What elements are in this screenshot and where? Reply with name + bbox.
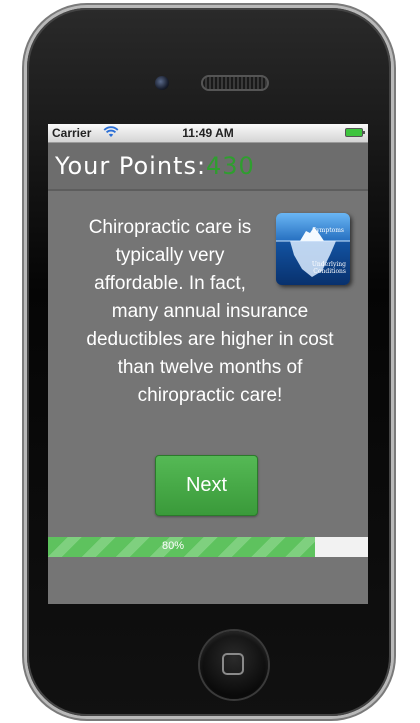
- points-value: 430: [206, 152, 255, 180]
- battery-icon: [345, 128, 365, 137]
- speaker-grille: [201, 75, 269, 91]
- image-label-bottom-line1: Underlying: [311, 261, 346, 268]
- progress-bar: 80%: [48, 537, 368, 557]
- status-bar: Carrier 11:49 AM: [48, 124, 368, 143]
- points-label: Your Points:: [55, 152, 207, 180]
- image-label-bottom: Underlying Conditions: [312, 261, 346, 275]
- tip-content: Symptoms Underlying Conditions Chiroprac…: [70, 213, 350, 410]
- camera-icon: [155, 76, 169, 90]
- points-header: Your Points: 430: [48, 143, 368, 191]
- iceberg-image: Symptoms Underlying Conditions: [276, 213, 350, 285]
- image-label-top: Symptoms: [312, 227, 344, 234]
- app-screen: Carrier 11:49 AM Your Points: 430 Sympto…: [48, 124, 368, 604]
- image-label-bottom-line2: Conditions: [313, 268, 346, 275]
- home-square-icon: [222, 653, 244, 675]
- home-button[interactable]: [200, 631, 268, 699]
- next-button[interactable]: Next: [155, 455, 258, 516]
- status-time: 11:49 AM: [182, 126, 234, 140]
- progress-label: 80%: [161, 540, 185, 552]
